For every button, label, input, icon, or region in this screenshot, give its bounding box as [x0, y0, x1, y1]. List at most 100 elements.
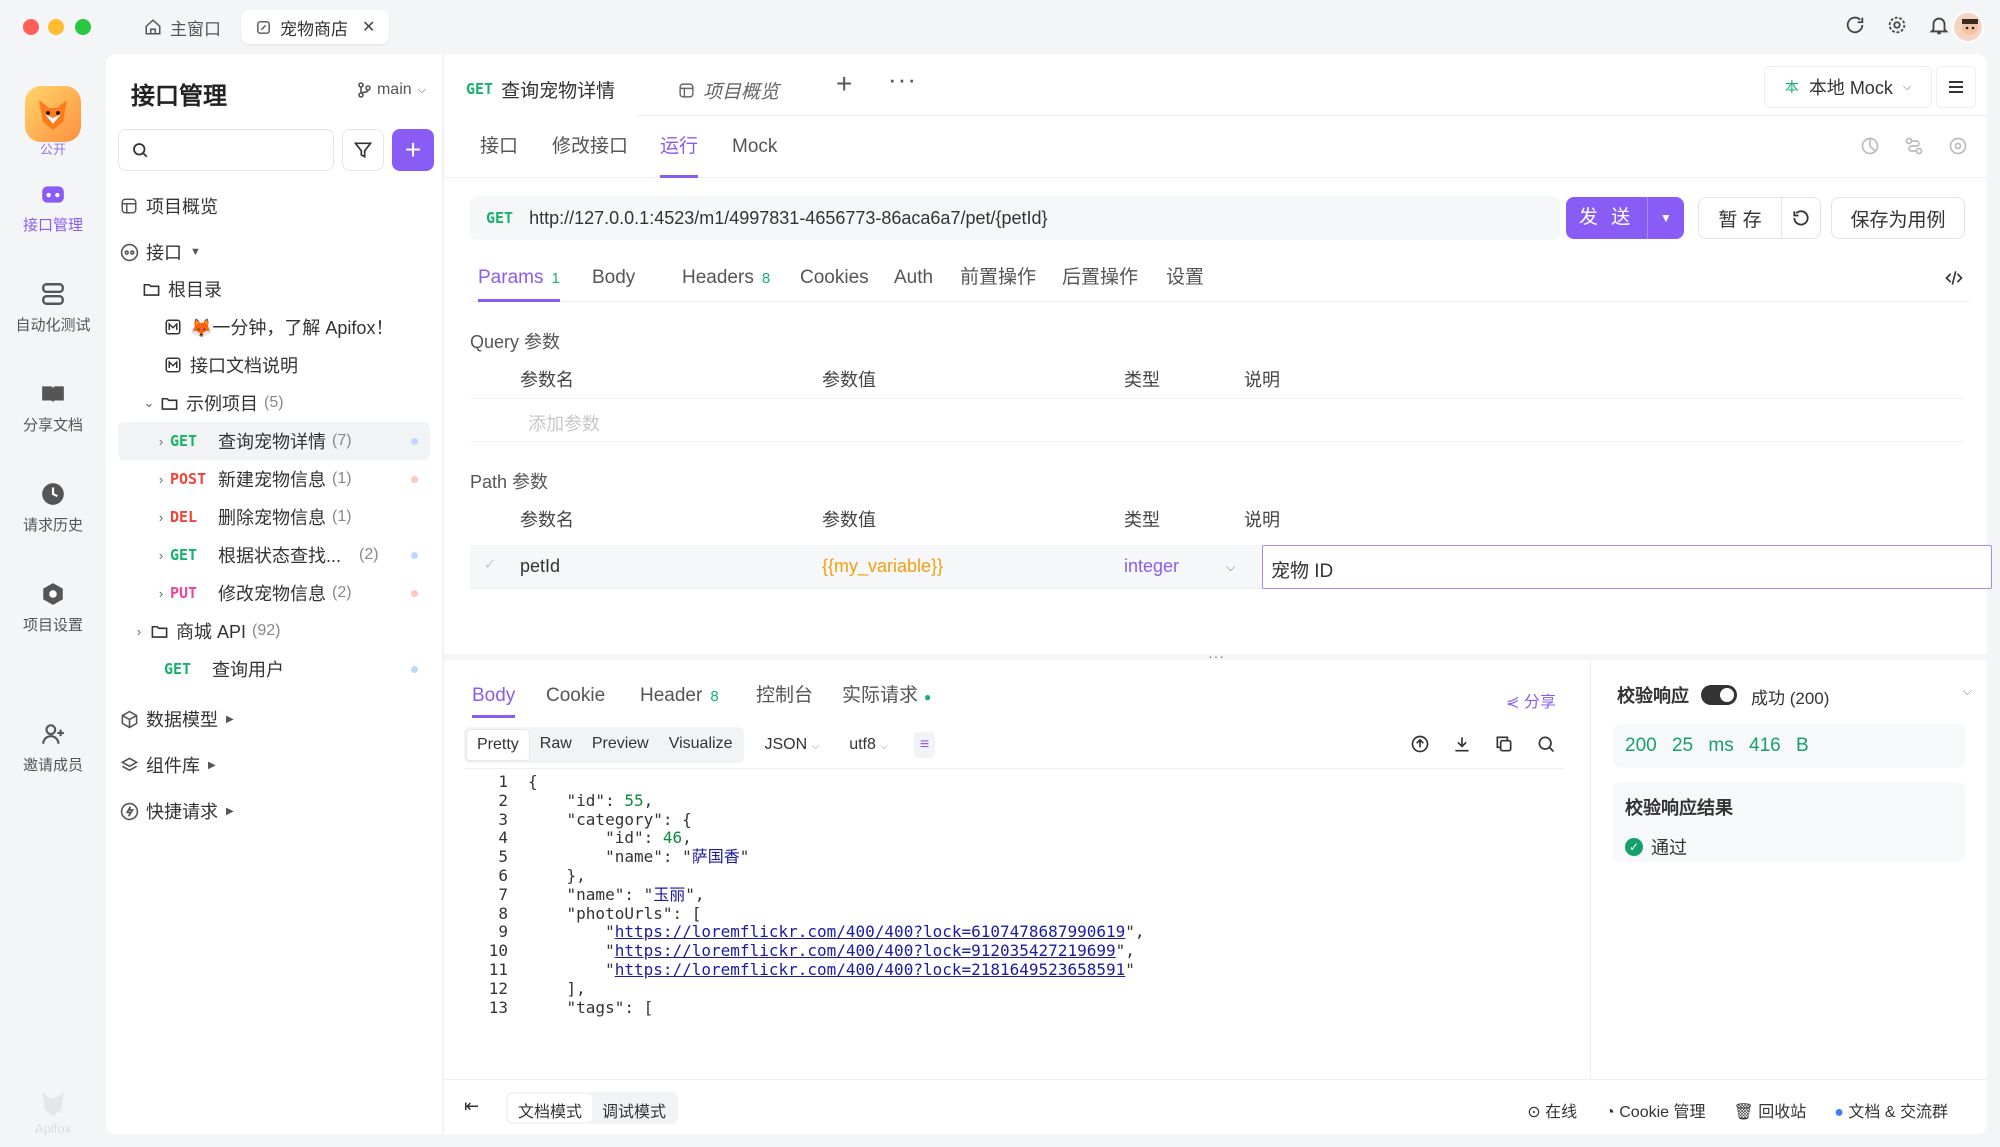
tree-endpoint-post-pet[interactable]: › POST 新建宠物信息 (1) — [118, 460, 430, 498]
tree-item-root[interactable]: 根目录 — [140, 270, 430, 308]
project-logo[interactable] — [25, 86, 81, 142]
add-button[interactable]: + — [392, 129, 434, 171]
tree-item-overview[interactable]: 项目概览 — [118, 187, 430, 225]
validation-status[interactable]: 成功 (200) — [1751, 684, 1829, 709]
code-icon[interactable] — [1944, 268, 1964, 288]
save-as-case-button[interactable]: 保存为用例 — [1831, 197, 1965, 239]
environment-select[interactable]: 本 本地 Mock ⌵ — [1764, 66, 1932, 108]
tab-body[interactable]: Body — [592, 254, 635, 302]
tab-params[interactable]: Params 1 — [478, 254, 560, 302]
tree-endpoint-find-by-status[interactable]: › GET 根据状态查找... (2) — [118, 536, 430, 574]
flow-icon[interactable] — [1904, 136, 1924, 156]
cookie-manager-button[interactable]: ◔ Cookie 管理 — [1605, 1098, 1705, 1122]
format-pretty[interactable]: Pretty — [466, 729, 530, 761]
reset-button[interactable] — [1781, 197, 1821, 239]
tab-resp-header[interactable]: Header 8 — [640, 674, 719, 718]
rail-item-history[interactable]: 请求历史 — [0, 480, 106, 535]
doc-mode-button[interactable]: 文档模式 — [508, 1094, 593, 1122]
collapse-sidebar-icon[interactable]: ⇤ — [464, 1096, 479, 1117]
chart-icon[interactable] — [1860, 136, 1880, 156]
search-input[interactable] — [118, 129, 334, 171]
tree-item-folder-mall[interactable]: › 商城 API (92) — [118, 612, 430, 650]
tab-run[interactable]: 运行 — [660, 116, 699, 178]
save-temp-button[interactable]: 暂 存 — [1698, 197, 1782, 239]
tree-item-doc-readme[interactable]: 接口文档说明 — [162, 346, 430, 384]
tab-resp-cookie[interactable]: Cookie — [546, 674, 605, 718]
tree-endpoint-del-pet[interactable]: › DEL 删除宠物信息 (1) — [118, 498, 430, 536]
chevron-down-icon[interactable]: ⌵ — [1963, 684, 1972, 699]
tab-mock[interactable]: Mock — [732, 116, 777, 178]
tab-resp-console[interactable]: 控制台 — [756, 674, 813, 718]
upload-icon[interactable] — [1410, 734, 1430, 754]
add-param-row[interactable]: 添加参数 — [470, 398, 1964, 442]
tree-endpoint-put-pet[interactable]: › PUT 修改宠物信息 (2) — [118, 574, 430, 612]
format-visualize[interactable]: Visualize — [659, 729, 743, 761]
tab-cookies[interactable]: Cookies — [800, 254, 869, 302]
rail-item-api[interactable]: 接口管理 — [0, 180, 106, 235]
close-tab-icon[interactable]: ✕ — [362, 17, 375, 37]
new-tab-button[interactable]: + — [836, 68, 852, 100]
tab-get-pet[interactable]: GET 查询宠物详情 — [444, 64, 638, 116]
rail-item-invite[interactable]: 邀请成员 — [0, 720, 106, 775]
rail-item-automation[interactable]: 自动化测试 — [0, 280, 106, 335]
tab-edit-api[interactable]: 修改接口 — [552, 116, 628, 178]
tab-api[interactable]: 接口 — [480, 116, 518, 178]
chevron-down-icon[interactable]: ▼ — [1648, 197, 1684, 239]
tab-auth[interactable]: Auth — [894, 254, 933, 302]
settings-icon[interactable] — [1948, 136, 1968, 156]
tab-settings[interactable]: 设置 — [1166, 254, 1204, 302]
response-body-code[interactable]: 1 {2 "id": 55, 3 "category": {4 "id": 46, 5… — [464, 768, 1564, 1068]
docs-community-button[interactable]: ● 文档 & 交流群 — [1834, 1098, 1948, 1122]
refresh-icon[interactable] — [1844, 14, 1866, 36]
tree-item-doc-intro[interactable]: 🦊一分钟，了解 Apifox！ — [162, 308, 430, 346]
branch-selector[interactable]: main ⌵ — [357, 81, 426, 99]
encoding-select[interactable]: utf8 ⌵ — [849, 736, 888, 754]
zoom-window-button[interactable] — [75, 19, 91, 35]
rail-item-share-docs[interactable]: 分享文档 — [0, 380, 106, 435]
share-button[interactable]: ⋞ 分享 — [1506, 688, 1556, 712]
check-icon[interactable]: ✓ — [484, 556, 496, 573]
copy-icon[interactable] — [1494, 734, 1514, 754]
filter-button[interactable] — [342, 129, 384, 171]
tab-resp-actual[interactable]: 实际请求 ● — [842, 674, 931, 718]
tab-resp-body[interactable]: Body — [472, 674, 516, 718]
format-preview[interactable]: Preview — [582, 729, 659, 761]
gear-icon[interactable] — [1886, 14, 1908, 36]
tree-endpoint-get-user[interactable]: GET 查询用户 — [118, 650, 430, 688]
url-input[interactable]: GET http://127.0.0.1:4523/m1/4997831-465… — [470, 196, 1560, 240]
avatar[interactable] — [1952, 11, 1984, 43]
rail-item-settings[interactable]: 项目设置 — [0, 580, 106, 635]
close-window-button[interactable] — [23, 19, 39, 35]
param-type-select[interactable]: integer — [1124, 556, 1179, 577]
tree-item-components[interactable]: 组件库 ▶ — [118, 746, 430, 784]
validation-toggle[interactable] — [1701, 685, 1737, 705]
more-icon[interactable]: ··· — [888, 64, 917, 95]
param-name[interactable]: petId — [520, 556, 560, 577]
tree-item-quick-request[interactable]: 快捷请求 ▶ — [118, 792, 430, 830]
format-raw[interactable]: Raw — [530, 729, 582, 761]
tree-item-folder-sample[interactable]: ⌄ 示例项目 (5) — [140, 384, 430, 422]
download-icon[interactable] — [1452, 734, 1472, 754]
online-status[interactable]: ⊙ 在线 — [1527, 1098, 1577, 1122]
minimize-window-button[interactable] — [48, 19, 64, 35]
bell-icon[interactable] — [1928, 14, 1950, 36]
param-desc-input[interactable]: 宠物 ID — [1262, 545, 1992, 589]
trash-button[interactable]: 🗑 回收站 — [1734, 1098, 1807, 1122]
tab-headers[interactable]: Headers 8 — [682, 254, 770, 302]
tab-overview[interactable]: 项目概览 — [656, 64, 801, 116]
tab-pre-script[interactable]: 前置操作 — [960, 254, 1036, 302]
send-button[interactable]: 发 送 ▼ — [1566, 197, 1684, 239]
debug-mode-button[interactable]: 调试模式 — [592, 1094, 676, 1122]
lang-select[interactable]: JSON ⌵ — [764, 736, 819, 754]
window-tab-home[interactable]: 主窗口 — [130, 10, 235, 44]
tree-endpoint-get-pet[interactable]: › GET 查询宠物详情 (7) — [118, 422, 430, 460]
chat-icon: ● — [1834, 1104, 1844, 1121]
tree-item-api[interactable]: 接口 ▼ — [118, 233, 430, 271]
tree-item-data-model[interactable]: 数据模型 ▶ — [118, 700, 430, 738]
tab-post-script[interactable]: 后置操作 — [1062, 254, 1138, 302]
search-icon[interactable] — [1536, 734, 1556, 754]
param-value[interactable]: {{my_variable}} — [822, 556, 943, 577]
wrap-icon[interactable]: ≡ — [913, 732, 936, 758]
window-tab-petshop[interactable]: 宠物商店 ✕ — [241, 10, 390, 44]
menu-button[interactable] — [1936, 66, 1976, 108]
